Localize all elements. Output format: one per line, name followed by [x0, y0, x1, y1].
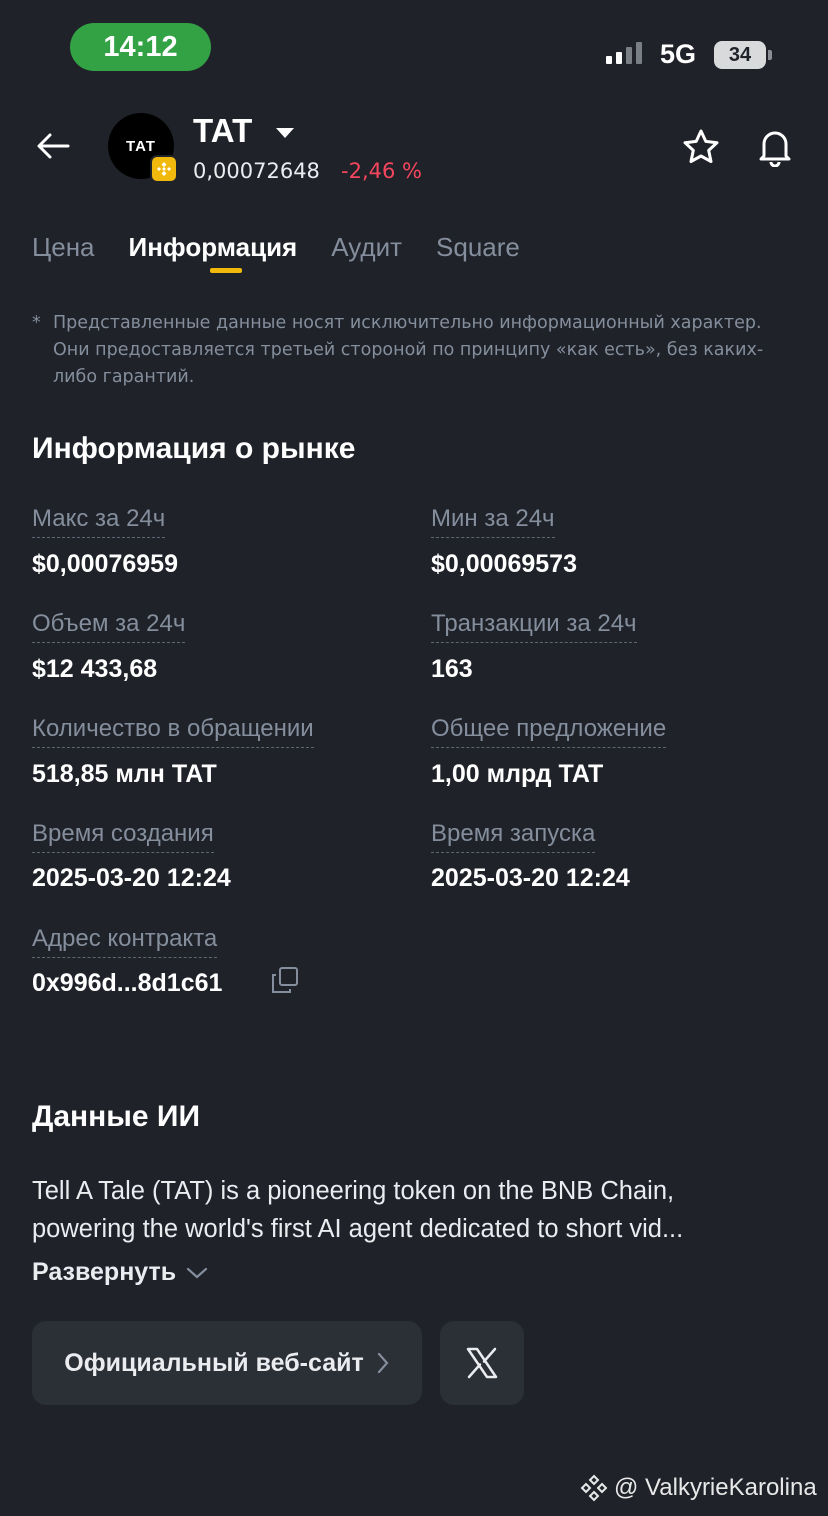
- tab-bar: Цена Информация Аудит Square: [32, 232, 554, 263]
- created-time-label[interactable]: Время создания: [32, 820, 214, 853]
- bnb-chain-badge-icon: [150, 155, 178, 183]
- expand-button[interactable]: Развернуть: [32, 1258, 208, 1287]
- price-change: -2,46 %: [341, 159, 422, 183]
- volume-24h-value: $12 433,68: [32, 655, 158, 683]
- active-tab-indicator: [210, 268, 242, 273]
- ai-description-line: powering the world's first AI agent dedi…: [32, 1215, 684, 1243]
- status-time: 14:12: [70, 23, 211, 71]
- tab-square[interactable]: Square: [436, 232, 520, 263]
- favorite-star-icon[interactable]: [681, 127, 721, 171]
- ai-description: Tell A Tale (TAT) is a pioneering token …: [32, 1172, 802, 1248]
- launch-time-label[interactable]: Время запуска: [431, 820, 596, 853]
- volume-24h-label[interactable]: Объем за 24ч: [32, 610, 186, 643]
- market-info-title: Информация о рынке: [32, 432, 356, 465]
- battery-icon: 34: [714, 41, 766, 69]
- ai-description-line: Tell A Tale (TAT) is a pioneering token …: [32, 1177, 675, 1205]
- chevron-down-icon: [187, 1267, 208, 1278]
- back-arrow-icon[interactable]: [34, 126, 74, 166]
- chevron-right-icon: [377, 1352, 389, 1374]
- transactions-24h-label[interactable]: Транзакции за 24ч: [431, 610, 637, 643]
- x-twitter-button[interactable]: [440, 1321, 524, 1405]
- total-supply-label[interactable]: Общее предложение: [431, 715, 667, 748]
- disclaimer-mark: *: [32, 313, 41, 333]
- disclaimer-line: Представленные данные носят исключительн…: [53, 313, 762, 333]
- battery-tip: [768, 50, 772, 60]
- high-24h-label[interactable]: Макс за 24ч: [32, 505, 166, 538]
- network-type: 5G: [660, 39, 697, 69]
- ai-data-title: Данные ИИ: [32, 1100, 201, 1133]
- low-24h-label[interactable]: Мин за 24ч: [431, 505, 555, 538]
- bell-icon[interactable]: [755, 127, 795, 171]
- high-24h-value: $0,00076959: [32, 550, 178, 578]
- tab-price[interactable]: Цена: [32, 232, 95, 263]
- chevron-down-icon[interactable]: [275, 125, 295, 144]
- copy-icon[interactable]: [270, 965, 300, 999]
- official-website-button[interactable]: Официальный веб-сайт: [32, 1321, 422, 1405]
- token-price: 0,00072648: [193, 159, 320, 183]
- created-time-value: 2025-03-20 12:24: [32, 864, 231, 892]
- circulating-supply-label[interactable]: Количество в обращении: [32, 715, 314, 748]
- disclaimer-line: либо гарантий.: [53, 367, 195, 387]
- token-ticker[interactable]: TAT: [193, 112, 252, 150]
- transactions-24h-value: 163: [431, 655, 473, 683]
- total-supply-value: 1,00 млрд TAT: [431, 760, 604, 788]
- low-24h-value: $0,00069573: [431, 550, 577, 578]
- circulating-supply-value: 518,85 млн TAT: [32, 760, 217, 788]
- official-website-label: Официальный веб-сайт: [64, 1348, 364, 1377]
- watermark: @ ValkyrieKarolina: [580, 1474, 817, 1502]
- binance-logo-icon: [580, 1474, 608, 1502]
- tab-audit[interactable]: Аудит: [331, 232, 402, 263]
- contract-address-value: 0x996d...8d1c61: [32, 969, 223, 997]
- tab-info[interactable]: Информация: [129, 232, 298, 263]
- x-logo-icon: [466, 1347, 498, 1379]
- launch-time-value: 2025-03-20 12:24: [431, 864, 630, 892]
- contract-address-label[interactable]: Адрес контракта: [32, 925, 218, 958]
- token-logo-text: TAT: [126, 137, 156, 155]
- watermark-handle: @ ValkyrieKarolina: [614, 1474, 817, 1501]
- disclaimer-line: Они предоставляется третьей стороной по …: [53, 340, 764, 360]
- expand-label: Развернуть: [32, 1258, 177, 1286]
- disclaimer: * Представленные данные носят исключител…: [32, 310, 802, 391]
- signal-icon: [606, 42, 642, 64]
